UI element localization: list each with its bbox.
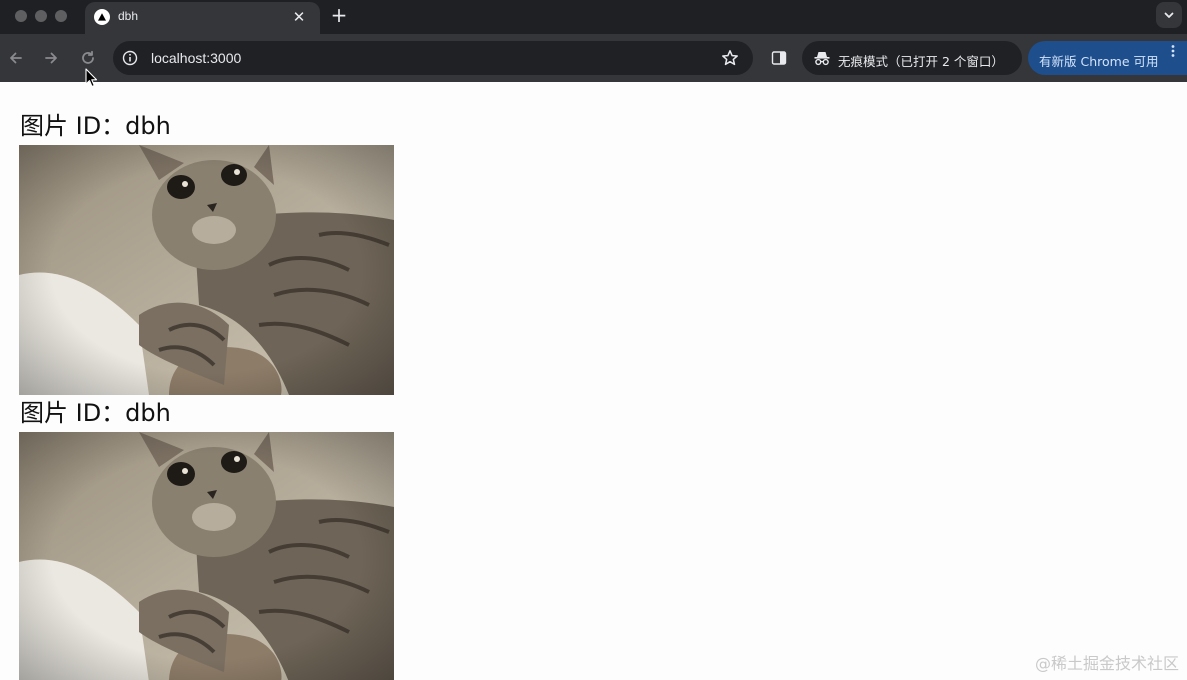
tab-strip: dbh ✕ + xyxy=(0,0,1187,34)
reload-icon xyxy=(82,50,94,64)
browser-tab[interactable]: dbh ✕ xyxy=(85,2,320,34)
tab-title: dbh xyxy=(118,9,139,23)
image-id-label: 图片 ID：dbh xyxy=(20,399,171,427)
incognito-icon xyxy=(814,52,830,66)
reload-button[interactable] xyxy=(78,48,98,68)
image-id-label: 图片 ID：dbh xyxy=(20,112,171,140)
side-panel-icon[interactable] xyxy=(771,50,787,66)
watermark: @稀土掘金技术社区 xyxy=(1034,654,1179,673)
bookmark-star-icon[interactable] xyxy=(721,49,739,67)
window-close-dot[interactable] xyxy=(15,10,27,22)
more-menu-icon[interactable] xyxy=(1166,44,1180,58)
window-minimize-dot[interactable] xyxy=(35,10,47,22)
forward-button[interactable] xyxy=(41,48,61,68)
info-icon[interactable] xyxy=(122,50,138,66)
update-chrome-button[interactable]: 有新版 Chrome 可用 xyxy=(1028,41,1187,75)
address-bar[interactable]: localhost:3000 xyxy=(113,41,753,75)
arrow-left-icon xyxy=(10,52,22,64)
url-text[interactable]: localhost:3000 xyxy=(151,50,241,66)
page-content: 图片 ID：dbh 图片 ID：dbh @稀土掘金技术社区 xyxy=(0,82,1187,680)
back-button[interactable] xyxy=(6,48,26,68)
chevron-down-icon xyxy=(1164,12,1174,18)
kitten-photo xyxy=(19,145,394,395)
browser-toolbar: localhost:3000 无痕模式（已打开 2 个窗口） 有新版 Chrom… xyxy=(0,34,1187,82)
mouse-cursor-icon xyxy=(85,68,98,88)
window-zoom-dot[interactable] xyxy=(55,10,67,22)
nextjs-triangle-icon xyxy=(94,9,110,25)
incognito-label: 无痕模式（已打开 2 个窗口） xyxy=(838,54,1004,69)
update-label: 有新版 Chrome 可用 xyxy=(1039,54,1159,69)
new-tab-icon[interactable]: + xyxy=(329,5,349,26)
arrow-right-icon xyxy=(45,52,57,64)
tab-search-button[interactable] xyxy=(1156,2,1182,28)
close-tab-icon[interactable]: ✕ xyxy=(290,8,308,26)
incognito-indicator[interactable]: 无痕模式（已打开 2 个窗口） xyxy=(802,41,1022,75)
kitten-photo xyxy=(19,432,394,680)
